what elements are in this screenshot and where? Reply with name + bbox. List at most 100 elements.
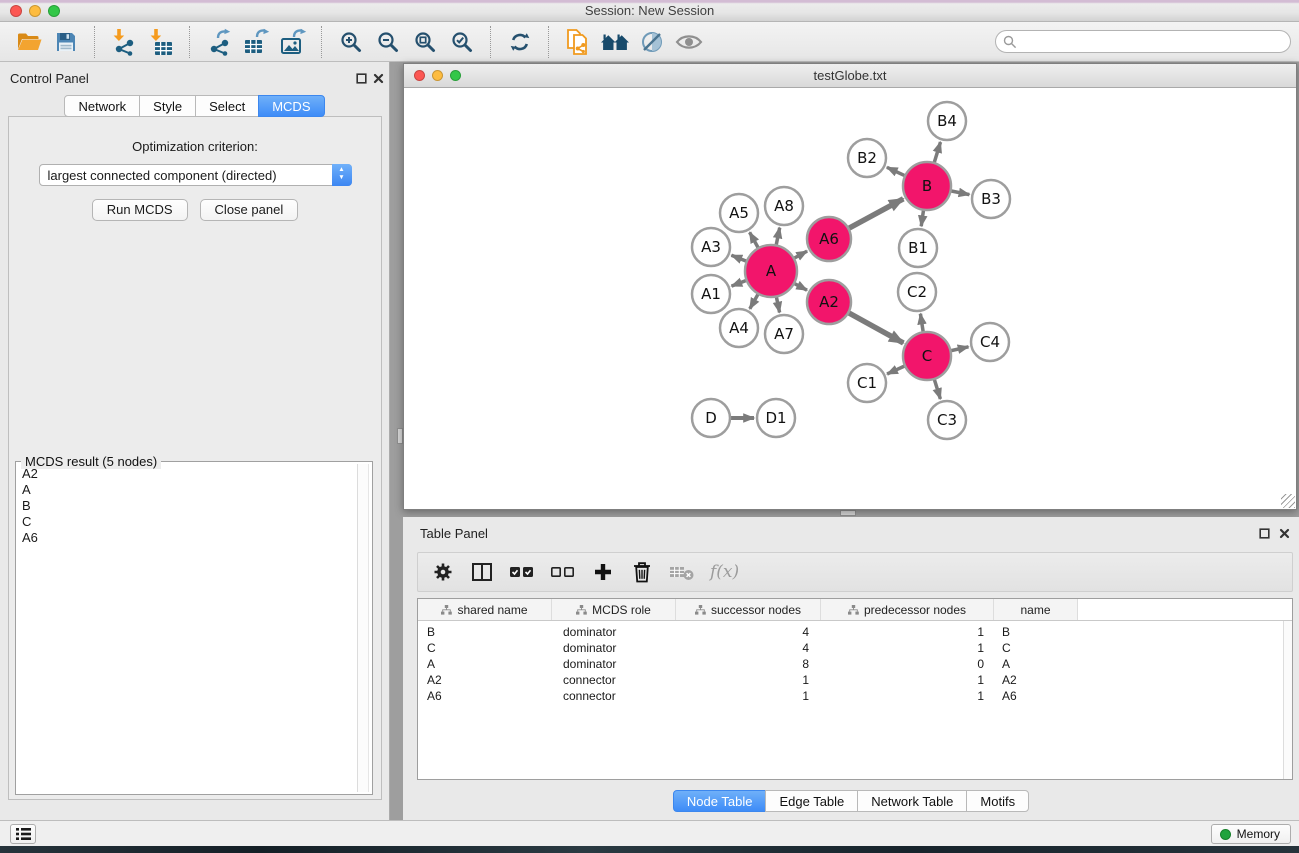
table-cell[interactable]: 1	[676, 688, 821, 704]
graph-edge[interactable]	[732, 280, 748, 286]
zoom-out-button[interactable]	[369, 25, 406, 59]
graph-edge[interactable]	[731, 255, 747, 262]
column-header-successor-nodes[interactable]: successor nodes	[676, 599, 821, 620]
table-cell[interactable]: A2	[994, 672, 1078, 688]
graph-edge[interactable]	[750, 293, 759, 309]
export-network-button[interactable]	[200, 25, 237, 59]
column-header-mcds-role[interactable]: MCDS role	[552, 599, 676, 620]
graph-edge[interactable]	[776, 296, 780, 313]
tab-motifs[interactable]: Motifs	[966, 790, 1029, 812]
task-history-button[interactable]	[10, 824, 36, 844]
tab-edge-table[interactable]: Edge Table	[765, 790, 858, 812]
table-cell[interactable]: C	[994, 640, 1078, 656]
result-scrollbar[interactable]	[357, 464, 369, 792]
column-header-predecessor-nodes[interactable]: predecessor nodes	[821, 599, 994, 620]
refresh-layout-button[interactable]	[501, 25, 538, 59]
search-box[interactable]	[995, 30, 1291, 53]
table-settings-button[interactable]	[431, 558, 455, 586]
graph-edge[interactable]	[934, 378, 941, 399]
add-row-button[interactable]	[591, 558, 615, 586]
apply-function-button[interactable]: f(x)	[710, 558, 739, 586]
table-cell[interactable]: 1	[821, 672, 994, 688]
table-cell[interactable]: 4	[676, 624, 821, 640]
table-cell[interactable]: connector	[552, 672, 676, 688]
graph-edge[interactable]	[793, 251, 807, 259]
tab-node-table[interactable]: Node Table	[673, 790, 767, 812]
delete-column-button[interactable]	[669, 558, 695, 586]
table-cell[interactable]: A	[994, 656, 1078, 672]
result-item[interactable]: B	[18, 498, 356, 514]
desktop-scrollbar-fragment[interactable]	[840, 510, 856, 516]
export-table-button[interactable]	[237, 25, 274, 59]
table-cell[interactable]: A6	[418, 688, 552, 704]
duplicate-network-button[interactable]	[559, 25, 596, 59]
float-panel-button[interactable]	[356, 72, 367, 87]
graph-edge[interactable]	[934, 142, 941, 164]
delete-row-button[interactable]	[630, 558, 654, 586]
table-cell[interactable]: dominator	[552, 624, 676, 640]
table-cell[interactable]: 1	[676, 672, 821, 688]
hide-style-button[interactable]	[633, 25, 670, 59]
graph-edge[interactable]	[887, 365, 906, 374]
float-table-panel-button[interactable]	[1259, 527, 1270, 542]
result-item[interactable]: C	[18, 514, 356, 530]
select-all-button[interactable]	[509, 558, 535, 586]
network-canvas[interactable]: A5A8A3A1A4A7AA6A2BB2B4B3B1CC2C4C1C3DD1	[404, 88, 1296, 509]
unselect-all-button[interactable]	[550, 558, 576, 586]
split-panel-button[interactable]	[470, 558, 494, 586]
network-window-titlebar[interactable]: testGlobe.txt	[404, 64, 1296, 88]
tab-style[interactable]: Style	[139, 95, 196, 117]
optimization-criterion-dropdown[interactable]: largest connected component (directed) ▲…	[39, 164, 352, 186]
close-table-panel-button[interactable]	[1279, 527, 1290, 542]
table-cell[interactable]: 0	[821, 656, 994, 672]
save-session-button[interactable]	[47, 25, 84, 59]
table-cell[interactable]: dominator	[552, 656, 676, 672]
tab-select[interactable]: Select	[195, 95, 259, 117]
table-cell[interactable]: 8	[676, 656, 821, 672]
graph-edge[interactable]	[847, 312, 903, 343]
table-cell[interactable]: B	[994, 624, 1078, 640]
zoom-in-button[interactable]	[332, 25, 369, 59]
table-cell[interactable]: C	[418, 640, 552, 656]
import-table-button[interactable]	[142, 25, 179, 59]
close-panel-button[interactable]	[373, 72, 384, 87]
result-item[interactable]: A6	[18, 530, 356, 546]
home-view-button[interactable]	[596, 25, 633, 59]
graph-edge[interactable]	[950, 191, 970, 195]
zoom-selected-button[interactable]	[443, 25, 480, 59]
tab-network-table[interactable]: Network Table	[857, 790, 967, 812]
table-cell[interactable]: 1	[821, 688, 994, 704]
table-cell[interactable]: A6	[994, 688, 1078, 704]
table-cell[interactable]: A	[418, 656, 552, 672]
result-item[interactable]: A	[18, 482, 356, 498]
close-panel-button-inner[interactable]: Close panel	[200, 199, 299, 221]
table-cell[interactable]: 1	[821, 624, 994, 640]
run-mcds-button[interactable]: Run MCDS	[92, 199, 188, 221]
graph-edge[interactable]	[750, 232, 759, 249]
graph-edge[interactable]	[920, 314, 923, 334]
graph-edge[interactable]	[776, 228, 780, 247]
graph-edge[interactable]	[848, 199, 904, 229]
table-cell[interactable]: connector	[552, 688, 676, 704]
table-cell[interactable]: dominator	[552, 640, 676, 656]
open-folder-button[interactable]	[10, 25, 47, 59]
table-cell[interactable]: A2	[418, 672, 552, 688]
zoom-fit-button[interactable]	[406, 25, 443, 59]
graph-edge[interactable]	[793, 283, 807, 290]
search-input[interactable]	[1017, 32, 1290, 51]
graph-edge[interactable]	[887, 167, 906, 176]
column-header-shared-name[interactable]: shared name	[418, 599, 552, 620]
column-header-name[interactable]: name	[994, 599, 1078, 620]
window-resize-grip[interactable]	[1281, 494, 1295, 508]
table-cell[interactable]: B	[418, 624, 552, 640]
graph-edge[interactable]	[921, 209, 924, 226]
table-scrollbar[interactable]	[1283, 621, 1292, 779]
tab-mcds[interactable]: MCDS	[258, 95, 324, 117]
result-item[interactable]: A2	[18, 466, 356, 482]
graph-edge[interactable]	[950, 347, 969, 351]
tab-network[interactable]: Network	[64, 95, 140, 117]
import-network-button[interactable]	[105, 25, 142, 59]
table-cell[interactable]: 1	[821, 640, 994, 656]
table-cell[interactable]: 4	[676, 640, 821, 656]
export-image-button[interactable]	[274, 25, 311, 59]
